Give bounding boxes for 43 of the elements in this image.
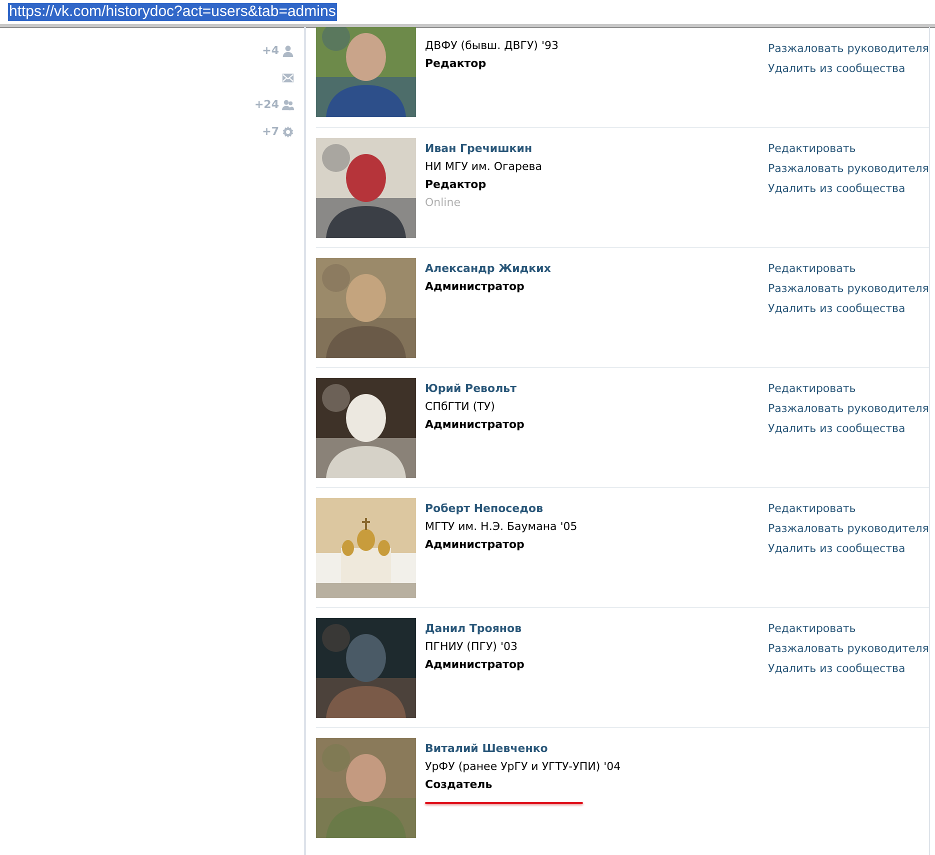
- action-link[interactable]: Удалить из сообщества: [768, 62, 929, 75]
- action-link[interactable]: Редактировать: [768, 502, 929, 515]
- action-link[interactable]: Разжаловать руководителя: [768, 162, 929, 175]
- role-text: Администратор: [425, 418, 526, 431]
- action-link[interactable]: Разжаловать руководителя: [768, 282, 929, 295]
- action-link[interactable]: Удалить из сообщества: [768, 662, 929, 675]
- person-icon[interactable]: [282, 44, 294, 56]
- role-text: Создатель: [425, 778, 494, 791]
- group-icon[interactable]: [282, 98, 294, 110]
- action-link[interactable]: Удалить из сообщества: [768, 422, 929, 435]
- university-text: СПбГТИ (ТУ): [425, 400, 496, 413]
- action-link[interactable]: Редактировать: [768, 142, 929, 155]
- action-link[interactable]: Разжаловать руководителя: [768, 42, 929, 55]
- role-text: Редактор: [425, 178, 488, 191]
- action-link[interactable]: Редактировать: [768, 382, 929, 395]
- role-text: Редактор: [425, 57, 488, 70]
- action-link[interactable]: Редактировать: [768, 262, 929, 275]
- action-link[interactable]: Разжаловать руководителя: [768, 522, 929, 535]
- member-name[interactable]: Иван Гречишкин: [425, 142, 768, 155]
- action-link[interactable]: Разжаловать руководителя: [768, 642, 929, 655]
- role-text: Администратор: [425, 538, 526, 551]
- action-link[interactable]: Разжаловать руководителя: [768, 402, 929, 415]
- member-name[interactable]: Данил Троянов: [425, 622, 768, 635]
- url-text[interactable]: https://vk.com/historydoc?act=users&tab=admins: [8, 3, 337, 21]
- university-text: МГТУ им. Н.Э. Баумана '05: [425, 520, 578, 533]
- university-text: УрФУ (ранее УрГУ и УГТУ-УПИ) '04: [425, 760, 622, 773]
- member-name[interactable]: Юрий Револьт: [425, 382, 768, 395]
- action-link[interactable]: Удалить из сообщества: [768, 542, 929, 555]
- role-text: Администратор: [425, 658, 526, 671]
- member-name[interactable]: Александр Жидких: [425, 262, 768, 275]
- action-link[interactable]: Удалить из сообщества: [768, 302, 929, 315]
- university-text: ДВФУ (бывш. ДВГУ) '93: [425, 39, 560, 52]
- action-link[interactable]: Редактировать: [768, 622, 929, 635]
- online-status: Online: [425, 196, 462, 209]
- member-name[interactable]: Виталий Шевченко: [425, 742, 768, 755]
- gear-icon[interactable]: [282, 126, 294, 138]
- mail-icon[interactable]: [282, 72, 294, 84]
- role-text: Администратор: [425, 280, 526, 293]
- action-link[interactable]: Удалить из сообщества: [768, 182, 929, 195]
- member-name[interactable]: Роберт Непоседов: [425, 502, 768, 515]
- university-text: ПГНИУ (ПГУ) '03: [425, 640, 518, 653]
- university-text: НИ МГУ им. Огарева: [425, 160, 543, 173]
- address-bar[interactable]: https://vk.com/historydoc?act=users&tab=admins: [0, 0, 935, 27]
